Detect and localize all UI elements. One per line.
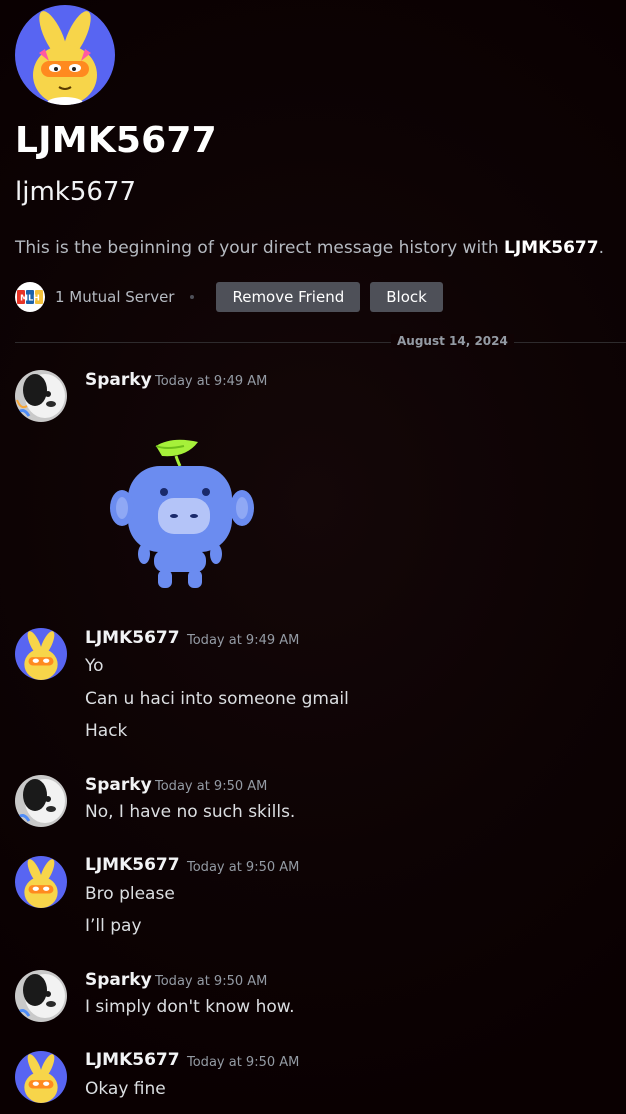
author-avatar[interactable] (15, 856, 67, 908)
message-timestamp: Today at 9:50 AM (187, 1055, 300, 1070)
mutual-servers-link[interactable]: 1 Mutual Server (55, 288, 174, 306)
mlh-badge-icon: MLH (17, 290, 43, 304)
remove-friend-button[interactable]: Remove Friend (216, 282, 361, 312)
profile-username: ljmk5677 (15, 177, 136, 207)
message-author[interactable]: LJMK5677 (85, 855, 180, 875)
dm-channel-view: LJMK5677 ljmk5677 This is the beginning … (0, 0, 626, 1114)
block-button[interactable]: Block (370, 282, 443, 312)
date-divider-line (15, 342, 626, 343)
message-text: Bro please (85, 884, 175, 904)
profile-avatar[interactable] (15, 5, 115, 105)
intro-prefix: This is the beginning of your direct mes… (15, 238, 505, 258)
date-divider-label: August 14, 2024 (391, 334, 514, 348)
message-author[interactable]: LJMK5677 (85, 628, 180, 648)
author-avatar[interactable] (15, 370, 67, 422)
message-timestamp: Today at 9:50 AM (155, 779, 268, 794)
wumpus-leaf-sticker[interactable] (100, 432, 270, 602)
message-timestamp: Today at 9:50 AM (187, 860, 300, 875)
message-text: I’ll pay (85, 916, 142, 936)
dm-intro-text: This is the beginning of your direct mes… (15, 238, 604, 258)
bunny-avatar-icon (15, 1051, 67, 1103)
dog-avatar-icon (15, 370, 67, 422)
message-author[interactable]: Sparky (85, 370, 152, 390)
profile-actions-row: MLH 1 Mutual Server Remove Friend Block (15, 282, 453, 312)
message-text: No, I have no such skills. (85, 802, 296, 822)
message-timestamp: Today at 9:49 AM (187, 633, 300, 648)
message-text: Yo (85, 656, 104, 676)
separator-dot (190, 295, 195, 299)
message-author[interactable]: Sparky (85, 970, 152, 990)
author-avatar[interactable] (15, 1051, 67, 1103)
intro-suffix: . (598, 238, 604, 258)
author-avatar[interactable] (15, 970, 67, 1022)
message-timestamp: Today at 9:50 AM (155, 974, 268, 989)
svg-text:MLH: MLH (20, 294, 40, 303)
message-text: I simply don't know how. (85, 997, 295, 1017)
message-text: Okay fine (85, 1079, 166, 1099)
author-avatar[interactable] (15, 628, 67, 680)
dog-avatar-icon (15, 970, 67, 1022)
message-author[interactable]: LJMK5677 (85, 1050, 180, 1070)
message-text: Can u haci into someone gmail (85, 689, 349, 709)
message-text: Hack (85, 721, 128, 741)
bunny-avatar-icon (15, 628, 67, 680)
author-avatar[interactable] (15, 775, 67, 827)
mutual-server-icon[interactable]: MLH (15, 282, 45, 312)
bunny-avatar-icon (15, 5, 115, 105)
wumpus-sticker-icon (110, 439, 254, 588)
dog-avatar-icon (15, 775, 67, 827)
message-timestamp: Today at 9:49 AM (155, 374, 268, 389)
bunny-avatar-icon (15, 856, 67, 908)
profile-display-name: LJMK5677 (15, 120, 217, 161)
message-author[interactable]: Sparky (85, 775, 152, 795)
intro-name: LJMK5677 (504, 238, 599, 258)
